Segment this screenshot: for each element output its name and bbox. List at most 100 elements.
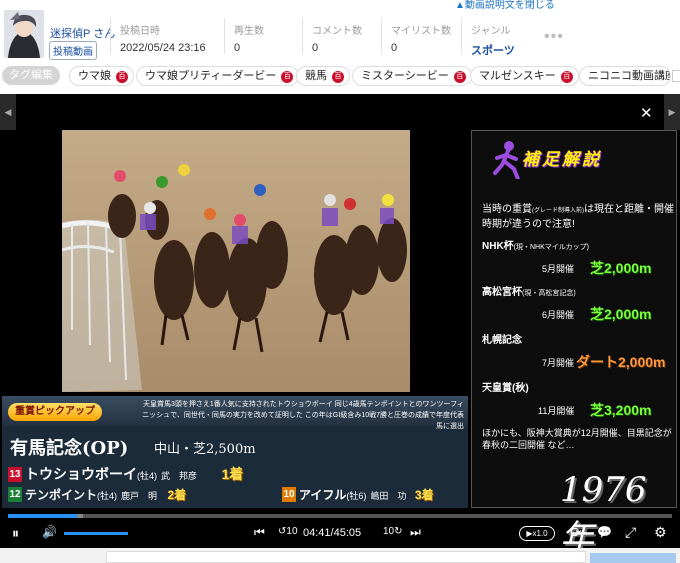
stat-label: コメント数 bbox=[312, 26, 362, 37]
tag-label: ウマ娘 bbox=[78, 70, 111, 82]
tag-label: ウマ娘プリティーダービー bbox=[145, 70, 277, 82]
comment-input[interactable] bbox=[106, 551, 586, 563]
skip-next-icon[interactable]: ⏭ bbox=[410, 525, 421, 540]
horse-age: (牡4) bbox=[97, 491, 118, 501]
race-description: 天皇賞馬3頭を押さえ1番人気に支持されたトウショウボーイ 同じ4歳馬テンポイント… bbox=[142, 401, 464, 430]
jockey-name: 嶋田 功 bbox=[370, 491, 407, 501]
tag-item[interactable]: ウマ娘プリティーダービー百 bbox=[136, 66, 300, 86]
race-venue: 中山・芝2,500m bbox=[154, 442, 256, 457]
rewind-10-icon[interactable]: ↺10 bbox=[278, 526, 298, 537]
finish-place: 2着 bbox=[167, 488, 187, 502]
video-player[interactable]: ◀ ▶ ✕ 補足解説 当時の重賞(グレード制導入前)は現在と距離・開催時期が違う… bbox=[0, 94, 680, 558]
race-footage bbox=[62, 130, 410, 392]
race-distance: ダート2,000m bbox=[576, 354, 666, 370]
stat-mylists: マイリスト数 0 bbox=[391, 22, 451, 54]
stat-value: 0 bbox=[391, 42, 398, 54]
stat-label: 投稿日時 bbox=[120, 26, 160, 37]
race-month: 11月開催 bbox=[538, 406, 575, 416]
result-row: 10 アイフル(牡6) 嶋田 功 3着 bbox=[282, 486, 434, 504]
race-name: 札幌記念 bbox=[482, 335, 522, 346]
comment-toggle-icon[interactable]: 💬 bbox=[597, 525, 612, 539]
pickup-badge: 重賞ピックアップ bbox=[8, 403, 102, 421]
forward-10-icon[interactable]: 10↻ bbox=[383, 526, 403, 537]
next-video-arrow-icon[interactable]: ▶ bbox=[664, 94, 680, 130]
encyclopedia-icon[interactable]: 百 bbox=[116, 71, 128, 83]
divider bbox=[110, 18, 111, 54]
horse-age: (牡6) bbox=[346, 491, 367, 501]
stat-genre: ジャンル スポーツ bbox=[471, 22, 515, 58]
seek-progress[interactable] bbox=[8, 514, 77, 518]
stat-label: ジャンル bbox=[471, 26, 511, 37]
race-month: 7月開催 bbox=[542, 358, 575, 368]
race-distance: 芝2,000m bbox=[590, 260, 652, 276]
race-month: 5月開催 bbox=[542, 264, 575, 274]
race-month: 6月開催 bbox=[542, 310, 575, 320]
result-row: 12 テンポイント(牡4) 鹿戸 明 2着 bbox=[8, 486, 186, 504]
tag-label: ミスターシービー bbox=[361, 70, 449, 82]
stat-label: マイリスト数 bbox=[391, 26, 451, 37]
stat-comments: コメント数 0 bbox=[312, 22, 362, 54]
tag-item[interactable]: ニコニコ動画講座百 bbox=[579, 66, 671, 86]
playback-speed-button[interactable]: ▶x1.0 bbox=[519, 526, 555, 541]
encyclopedia-icon[interactable]: 百 bbox=[560, 71, 573, 83]
volume-icon[interactable]: 🔊 bbox=[42, 525, 57, 539]
horse-name: アイフル bbox=[299, 488, 347, 502]
gate-number: 10 bbox=[282, 487, 296, 502]
toggle-description-link[interactable]: ▲動画説明文を閉じる bbox=[455, 0, 555, 11]
uploaded-videos-button[interactable]: 投稿動画 bbox=[49, 41, 97, 60]
uploader-name[interactable]: 迷探偵P さん bbox=[50, 25, 115, 41]
race-name: 高松宮杯(現・高松宮記念) bbox=[482, 287, 576, 298]
skip-previous-icon[interactable]: ⏮ bbox=[254, 525, 265, 540]
seek-bar[interactable] bbox=[8, 514, 672, 518]
tag-edit-button[interactable]: タグ編集 bbox=[2, 66, 60, 85]
comment-submit-button[interactable] bbox=[590, 553, 676, 563]
horse-age: (牡4) bbox=[137, 471, 157, 481]
divider bbox=[224, 18, 225, 54]
panel-title: 補足解説 bbox=[522, 150, 602, 169]
video-info-bar: ▲動画説明文を閉じる 迷探偵P さん 投稿動画 投稿日時 2022/05/24 … bbox=[0, 0, 680, 64]
stat-value: 2022/05/24 23:16 bbox=[120, 42, 206, 54]
genre-link[interactable]: スポーツ bbox=[471, 42, 515, 58]
note-small: (グレード制導入前) bbox=[532, 208, 584, 214]
tag-item[interactable]: ミスターシービー百 bbox=[352, 66, 472, 86]
race-name: 天皇賞(秋) bbox=[482, 383, 529, 394]
tag-bar: タグ編集 ウマ娘百 ウマ娘プリティーダービー百 競馬百 ミスターシービー百 マル… bbox=[0, 64, 680, 90]
stat-value: 0 bbox=[312, 42, 319, 54]
encyclopedia-icon[interactable]: 百 bbox=[281, 71, 294, 83]
race-distance: 芝2,000m bbox=[590, 306, 652, 322]
playback-time: 04:41/45:05 bbox=[303, 527, 362, 539]
volume-level[interactable] bbox=[64, 532, 128, 535]
close-icon[interactable]: ✕ bbox=[640, 104, 653, 122]
jockey-name: 鹿戸 明 bbox=[121, 491, 158, 501]
tag-expand-icon[interactable] bbox=[672, 70, 680, 82]
runner-icon bbox=[493, 141, 520, 179]
stat-views: 再生数 0 bbox=[234, 22, 264, 54]
result-row: 13 トウショウボーイ(牡4) 武 邦彦 1着 bbox=[8, 464, 243, 484]
tag-item[interactable]: 競馬百 bbox=[296, 66, 350, 86]
race-title: 有馬記念(OP) bbox=[10, 438, 129, 459]
encyclopedia-icon[interactable]: 百 bbox=[453, 71, 466, 83]
race-name: NHK杯(現・NHKマイルカップ) bbox=[482, 241, 589, 252]
encyclopedia-icon[interactable]: 百 bbox=[332, 71, 344, 83]
stat-posted: 投稿日時 2022/05/24 23:16 bbox=[120, 22, 206, 54]
tag-item[interactable]: ウマ娘百 bbox=[69, 66, 134, 86]
fullscreen-icon[interactable]: ⤢ bbox=[625, 524, 636, 541]
finish-place: 1着 bbox=[221, 466, 244, 482]
panel-note: 当時の重賞(グレード制導入前)は現在と距離・開催時期が違うので注意! bbox=[482, 203, 674, 232]
jockey-name: 武 邦彦 bbox=[161, 471, 198, 481]
previous-video-arrow-icon[interactable]: ◀ bbox=[0, 94, 16, 130]
pause-icon[interactable]: ⏸ bbox=[12, 525, 19, 542]
loop-icon[interactable]: ⟳ bbox=[570, 524, 582, 541]
uploader-avatar[interactable] bbox=[4, 10, 44, 58]
settings-gear-icon[interactable]: ⚙ bbox=[654, 524, 667, 541]
gate-number: 12 bbox=[8, 487, 22, 502]
tag-label: 競馬 bbox=[305, 70, 327, 82]
more-options-icon[interactable]: ••• bbox=[544, 28, 564, 46]
stat-label: 再生数 bbox=[234, 26, 264, 37]
tag-item[interactable]: マルゼンスキー百 bbox=[470, 66, 579, 86]
horse-name: テンポイント bbox=[25, 488, 98, 502]
stat-value: 0 bbox=[234, 42, 241, 54]
note-before: 当時の重賞 bbox=[482, 204, 532, 215]
divider bbox=[461, 18, 462, 54]
tag-label: ニコニコ動画講座 bbox=[588, 70, 671, 82]
